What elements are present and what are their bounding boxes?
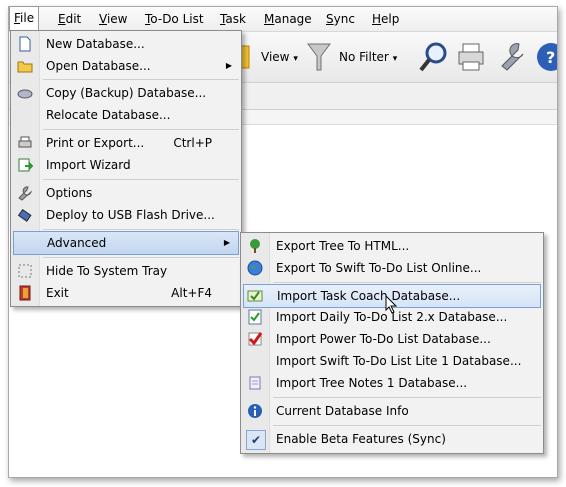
menu-separator [273,397,541,398]
menu-manage[interactable]: Manage [260,7,316,31]
menu-separator [43,257,239,258]
menu-item-hide-tray[interactable]: Hide To System Tray [12,260,240,282]
menu-item-open-database[interactable]: Open Database... ▶ [12,55,240,77]
menu-help[interactable]: Help [368,7,403,31]
menu-item-options[interactable]: Options [12,182,240,204]
menu-item-exit[interactable]: Exit Alt+F4 [12,282,240,304]
import-icon [18,158,33,172]
menu-task[interactable]: Task [216,7,250,31]
checklist-icon [248,309,262,325]
menu-item-beta-features[interactable]: ✔ Enable Beta Features (Sync) [242,428,542,450]
menu-view[interactable]: View [95,7,131,31]
disk-icon [17,89,33,99]
menu-separator [43,179,239,180]
menu-file[interactable]: File [9,6,40,31]
globe-icon [247,260,263,276]
menu-item-export-html[interactable]: Export Tree To HTML... [242,235,542,257]
menu-edit[interactable]: Edit [54,7,85,31]
advanced-submenu: Export Tree To HTML... Export To Swift T… [240,232,544,454]
notes-icon [249,376,261,390]
printer-icon [18,136,32,148]
info-icon [248,404,262,418]
mouse-cursor-icon [385,295,398,314]
exit-door-icon [19,285,31,301]
menu-item-print-export[interactable]: Print or Export... Ctrl+P [12,132,240,154]
search-icon[interactable] [418,40,450,74]
file-menu: New Database... Open Database... ▶ Copy … [10,30,242,307]
menu-separator [43,229,239,230]
submenu-arrow-icon: ▶ [225,61,232,70]
red-check-icon [248,332,263,346]
svg-text:?: ? [546,48,555,67]
menu-bar: File Edit View To-Do List Task Manage Sy… [9,6,557,32]
menu-item-export-online[interactable]: Export To Swift To-Do List Online... [242,257,542,279]
menu-separator [43,79,239,80]
menu-item-new-database[interactable]: New Database... [12,33,240,55]
wrench-icon[interactable] [497,40,529,74]
taskcoach-icon [247,290,263,302]
submenu-arrow-icon: ▶ [223,238,230,247]
menu-item-copy-database[interactable]: Copy (Backup) Database... [12,82,240,104]
menu-item-relocate-database[interactable]: Relocate Database... [12,104,240,126]
menu-item-import-treenotes[interactable]: Import Tree Notes 1 Database... [242,372,542,394]
filter-dropdown[interactable]: No Filter ▾ [339,50,397,64]
view-button[interactable]: View ▾ [261,50,298,64]
menu-item-import-wizard[interactable]: Import Wizard [12,154,240,176]
wrench-icon [18,186,32,201]
usb-drive-icon [17,208,32,222]
menu-separator [43,129,239,130]
menu-item-advanced[interactable]: Advanced ▶ [13,231,239,255]
menu-item-import-lite[interactable]: Import Swift To-Do List Lite 1 Database.… [242,350,542,372]
tray-icon [18,264,32,278]
menu-todo-list[interactable]: To-Do List [141,7,208,31]
tree-icon [250,239,260,253]
filter-icon[interactable] [307,42,331,76]
print-icon[interactable] [455,40,487,74]
menu-separator [273,425,541,426]
checkmark-icon: ✔ [246,430,266,450]
menu-separator [273,282,541,283]
open-folder-icon [17,61,33,73]
menu-item-import-power[interactable]: Import Power To-Do List Database... [242,328,542,350]
menu-sync[interactable]: Sync [322,7,359,31]
new-document-icon [19,36,31,52]
menu-item-deploy-usb[interactable]: Deploy to USB Flash Drive... [12,204,240,226]
help-icon[interactable]: ? [535,40,557,74]
menu-item-current-info[interactable]: Current Database Info [242,400,542,422]
